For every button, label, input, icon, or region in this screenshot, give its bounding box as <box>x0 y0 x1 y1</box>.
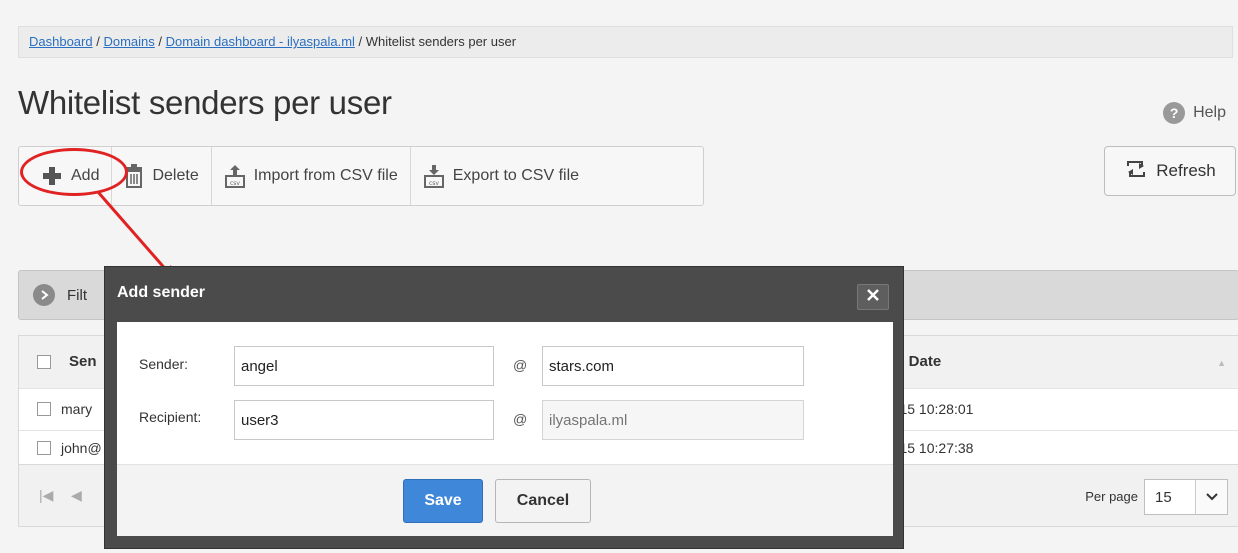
export-csv-button[interactable]: csv Export to CSV file <box>411 147 591 205</box>
first-page-icon[interactable]: |◀ <box>39 487 53 504</box>
refresh-icon <box>1124 158 1148 185</box>
breadcrumb-separator: / <box>92 34 104 49</box>
close-icon <box>867 288 879 306</box>
per-page-select[interactable]: 15 <box>1144 479 1228 515</box>
per-page-label: Per page <box>1085 489 1138 504</box>
add-sender-dialog: Add sender Sender: @ Recipient: @ Save C… <box>104 266 904 549</box>
at-symbol: @ <box>513 357 528 373</box>
sender-local-input[interactable] <box>234 346 494 386</box>
chevron-down-icon[interactable] <box>1195 480 1227 514</box>
breadcrumb-link-domain-dashboard[interactable]: Domain dashboard - ilyaspala.ml <box>166 34 355 49</box>
export-label: Export to CSV file <box>452 167 580 184</box>
delete-button[interactable]: Delete <box>112 147 212 205</box>
sort-ascending-icon: ▲ <box>1217 358 1226 368</box>
recipient-domain-input <box>542 400 804 440</box>
breadcrumb-separator: / <box>354 34 366 49</box>
prev-page-icon[interactable]: ◀ <box>71 487 82 504</box>
dialog-footer: Save Cancel <box>117 464 893 536</box>
recipient-local-input[interactable] <box>234 400 494 440</box>
row-checkbox[interactable] <box>37 402 51 416</box>
breadcrumb-link-domains[interactable]: Domains <box>103 34 154 49</box>
save-button[interactable]: Save <box>403 479 483 523</box>
row-sender: john@ <box>61 440 102 456</box>
csv-import-icon: csv <box>224 164 246 188</box>
import-label: Import from CSV file <box>253 167 398 184</box>
dialog-body: Sender: @ Recipient: @ Save Cancel <box>117 322 893 536</box>
sender-domain-input[interactable] <box>542 346 804 386</box>
at-symbol: @ <box>513 411 528 427</box>
refresh-label: Refresh <box>1156 161 1216 180</box>
per-page-value: 15 <box>1155 488 1172 506</box>
cancel-button[interactable]: Cancel <box>495 479 591 523</box>
help-link[interactable]: ? Help <box>1163 102 1226 124</box>
breadcrumb-separator: / <box>154 34 166 49</box>
row-checkbox[interactable] <box>37 441 51 455</box>
help-icon: ? <box>1163 102 1186 124</box>
breadcrumb-link-dashboard[interactable]: Dashboard <box>29 34 93 49</box>
sender-label: Sender: <box>139 356 189 372</box>
dialog-title: Add sender <box>117 284 206 301</box>
header-sender[interactable]: Sen <box>69 353 97 370</box>
highlight-ellipse <box>20 148 128 196</box>
refresh-button[interactable]: Refresh <box>1104 146 1236 196</box>
row-sender: mary <box>61 401 93 417</box>
help-label: Help <box>1193 104 1226 121</box>
breadcrumb-current: Whitelist senders per user <box>365 34 517 49</box>
filter-label: Filt <box>67 286 87 304</box>
recipient-label: Recipient: <box>139 409 202 425</box>
expand-icon <box>33 284 55 306</box>
delete-label: Delete <box>152 167 199 184</box>
svg-text:csv: csv <box>230 180 240 187</box>
import-csv-button[interactable]: csv Import from CSV file <box>212 147 411 205</box>
page-title: Whitelist senders per user <box>18 84 392 121</box>
close-button[interactable] <box>857 284 889 310</box>
svg-text:csv: csv <box>429 180 439 187</box>
select-all-checkbox[interactable] <box>37 355 51 369</box>
csv-export-icon: csv <box>423 164 445 188</box>
trash-icon <box>124 164 144 188</box>
breadcrumb: Dashboard / Domains / Domain dashboard -… <box>18 26 1233 58</box>
